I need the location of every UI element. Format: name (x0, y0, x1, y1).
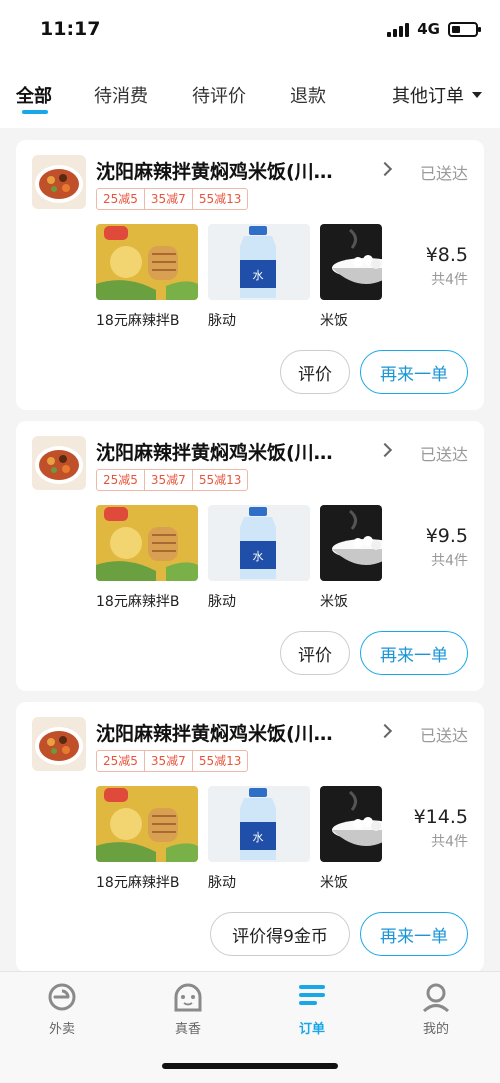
review-button[interactable]: 评价得9金币 (210, 912, 350, 956)
shop-thumbnail[interactable] (32, 717, 86, 771)
item-count: 共4件 (431, 553, 468, 569)
nav-zhenxiang[interactable]: 真香 (148, 982, 228, 1037)
shop-name[interactable]: 沈阳麻辣拌黄焖鸡米饭(川… (96, 438, 366, 465)
order-filter-tabs: 全部 待消费 待评价 退款 其他订单 (0, 60, 500, 128)
svg-text:水: 水 (253, 269, 264, 282)
item-image: 水 (208, 224, 310, 300)
order-card[interactable]: 沈阳麻辣拌黄焖鸡米饭(川… 已送达 25减5 35减7 55减13 18元麻辣拌B 水脉动米… (16, 702, 484, 972)
promo-tag: 55减13 (198, 754, 242, 768)
shop-thumbnail[interactable] (32, 155, 86, 209)
order-item[interactable]: 水脉动 (208, 505, 310, 611)
item-image (320, 505, 382, 581)
chevron-right-icon[interactable] (377, 442, 393, 458)
order-price: ¥8.5 (425, 244, 468, 266)
tab-other-orders-label: 其他订单 (392, 86, 464, 107)
nav-zhenxiang-label: 真香 (174, 1022, 201, 1037)
item-name: 脉动 (208, 875, 236, 891)
shop-name[interactable]: 沈阳麻辣拌黄焖鸡米饭(川… (96, 719, 366, 746)
active-tab-indicator (22, 110, 48, 114)
tab-other-orders[interactable]: 其他订单 (392, 82, 482, 108)
tab-pending-use[interactable]: 待消费 (94, 82, 148, 108)
network-type: 4G (417, 20, 440, 38)
order-item[interactable]: 18元麻辣拌B (96, 505, 198, 611)
tab-pending-review[interactable]: 待评价 (192, 82, 246, 108)
item-name: 18元麻辣拌B (96, 594, 180, 610)
orders-icon (296, 982, 328, 1012)
promo-tag: 55减13 (198, 192, 242, 206)
nav-orders[interactable]: 订单 (272, 982, 352, 1037)
triangle-down-icon (472, 92, 482, 98)
nav-profile[interactable]: 我的 (396, 982, 476, 1037)
order-status: 已送达 (419, 164, 468, 183)
item-name: 18元麻辣拌B (96, 875, 180, 891)
nav-waimai[interactable]: 外卖 (22, 982, 102, 1037)
chevron-right-icon[interactable] (377, 161, 393, 177)
shop-thumbnail[interactable] (32, 436, 86, 490)
order-status: 已送达 (419, 445, 468, 464)
order-item[interactable]: 18元麻辣拌B (96, 224, 198, 330)
item-name: 米饭 (320, 313, 348, 329)
home-indicator (162, 1063, 338, 1069)
shop-name[interactable]: 沈阳麻辣拌黄焖鸡米饭(川… (96, 157, 366, 184)
item-count: 共4件 (431, 272, 468, 288)
item-image (320, 224, 382, 300)
item-image: 水 (208, 505, 310, 581)
tab-refund[interactable]: 退款 (290, 82, 326, 108)
promo-tag: 35减7 (145, 470, 193, 490)
promo-tag: 25减5 (97, 189, 145, 209)
item-name: 18元麻辣拌B (96, 313, 180, 329)
order-item[interactable]: 水脉动 (208, 224, 310, 330)
promo-tags: 25减5 35减7 55减13 (96, 469, 249, 491)
chevron-right-icon[interactable] (377, 723, 393, 739)
item-image (96, 224, 198, 300)
signal-icon (387, 21, 410, 37)
zhenxiang-icon (172, 982, 204, 1012)
profile-icon (420, 982, 452, 1013)
svg-text:水: 水 (253, 550, 264, 563)
order-status: 已送达 (419, 726, 468, 745)
item-image (320, 786, 382, 862)
order-item[interactable]: 水脉动 (208, 786, 310, 892)
order-item[interactable]: 米饭 (320, 505, 382, 611)
promo-tags: 25减5 35减7 55减13 (96, 188, 249, 210)
item-count: 共4件 (431, 834, 468, 850)
nav-orders-label: 订单 (298, 1022, 325, 1037)
review-button[interactable]: 评价 (280, 631, 350, 675)
order-item[interactable]: 米饭 (320, 224, 382, 330)
order-card[interactable]: 沈阳麻辣拌黄焖鸡米饭(川… 已送达 25减5 35减7 55减13 18元麻辣拌B 水脉动米… (16, 140, 484, 410)
item-name: 米饭 (320, 594, 348, 610)
nav-waimai-label: 外卖 (48, 1022, 75, 1037)
item-image (96, 786, 198, 862)
item-image (96, 505, 198, 581)
order-item[interactable]: 米饭 (320, 786, 382, 892)
nav-profile-label: 我的 (422, 1022, 449, 1037)
order-item[interactable]: 18元麻辣拌B (96, 786, 198, 892)
order-price: ¥9.5 (425, 525, 468, 547)
waimai-icon (46, 982, 78, 1012)
promo-tag: 35减7 (145, 751, 193, 771)
battery-icon (448, 21, 481, 37)
item-name: 米饭 (320, 875, 348, 891)
reorder-button[interactable]: 再来一单 (360, 350, 468, 394)
promo-tag: 25减5 (97, 470, 145, 490)
reorder-button[interactable]: 再来一单 (360, 912, 468, 956)
review-button[interactable]: 评价 (280, 350, 350, 394)
svg-text:水: 水 (253, 831, 264, 844)
item-name: 脉动 (208, 313, 236, 329)
promo-tags: 25减5 35减7 55减13 (96, 750, 249, 772)
order-card[interactable]: 沈阳麻辣拌黄焖鸡米饭(川… 已送达 25减5 35减7 55减13 18元麻辣拌B 水脉动米… (16, 421, 484, 691)
promo-tag: 25减5 (97, 751, 145, 771)
status-bar: 11:17 4G (0, 0, 500, 60)
tab-all[interactable]: 全部 (16, 82, 52, 108)
item-name: 脉动 (208, 594, 236, 610)
reorder-button[interactable]: 再来一单 (360, 631, 468, 675)
promo-tag: 35减7 (145, 189, 193, 209)
item-image: 水 (208, 786, 310, 862)
status-time: 11:17 (40, 18, 101, 40)
promo-tag: 55减13 (198, 473, 242, 487)
order-price: ¥14.5 (413, 806, 468, 828)
status-indicators: 4G (387, 20, 481, 38)
